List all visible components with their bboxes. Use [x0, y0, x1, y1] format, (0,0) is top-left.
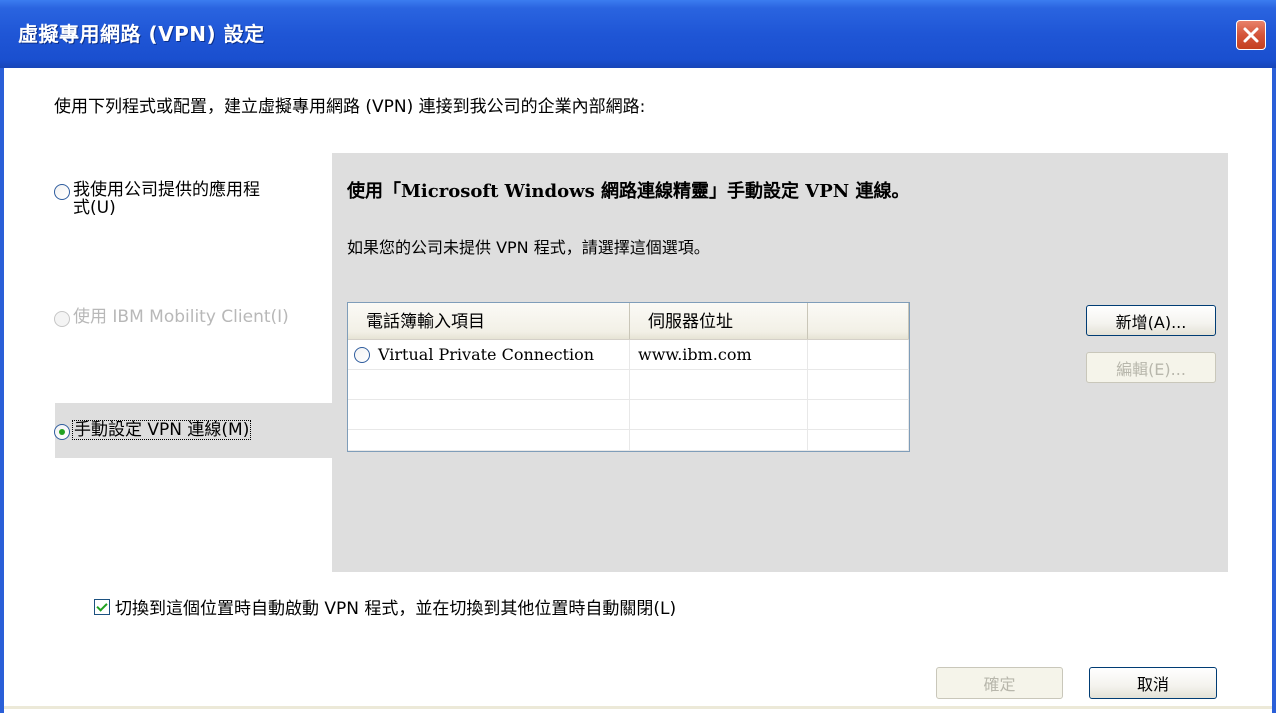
radio-company-app[interactable]: 我使用公司提供的應用程 式(U) — [54, 181, 260, 217]
row-radio-button[interactable] — [354, 346, 370, 363]
title-bar[interactable]: 虛擬專用網路 (VPN) 設定 — [0, 0, 1276, 68]
window-title: 虛擬專用網路 (VPN) 設定 — [18, 22, 265, 46]
table-row-empty — [348, 400, 909, 430]
radio-button[interactable] — [54, 311, 70, 327]
radio-manual-vpn[interactable]: 手動設定 VPN 連線(M) — [54, 420, 252, 440]
table-cell-empty — [808, 340, 909, 369]
phonebook-list[interactable]: 電話簿輸入項目 伺服器位址 Virtual Private Connection… — [347, 302, 910, 452]
column-header-server-address[interactable]: 伺服器位址 — [630, 303, 808, 339]
server-address: www.ibm.com — [638, 344, 752, 364]
radio-manual-vpn-label: 手動設定 VPN 連線(M) — [71, 420, 252, 440]
table-row-empty — [348, 370, 909, 400]
intro-text: 使用下列程式或配置，建立虛擬專用網路 (VPN) 連接到我公司的企業內部網路: — [54, 97, 646, 117]
panel-heading: 使用「Microsoft Windows 網路連線精靈」手動設定 VPN 連線。 — [347, 181, 910, 202]
edit-button[interactable]: 編輯(E)... — [1086, 352, 1216, 383]
connection-name: Virtual Private Connection — [378, 344, 595, 364]
table-cell-server: www.ibm.com — [630, 340, 808, 369]
radio-company-app-label-line1: 我使用公司提供的應用程 — [73, 180, 260, 200]
radio-ibm-mobility-client-label: 使用 IBM Mobility Client(I) — [73, 307, 289, 327]
column-header-phonebook-entry[interactable]: 電話簿輸入項目 — [348, 303, 630, 339]
ok-button[interactable]: 確定 — [936, 667, 1063, 699]
list-header: 電話簿輸入項目 伺服器位址 — [348, 303, 909, 340]
cancel-button[interactable]: 取消 — [1089, 667, 1217, 699]
table-row-empty — [348, 430, 909, 451]
radio-button[interactable] — [54, 424, 70, 440]
table-row[interactable]: Virtual Private Connection www.ibm.com — [348, 340, 909, 370]
radio-company-app-label: 我使用公司提供的應用程 式(U) — [73, 181, 260, 217]
close-button[interactable] — [1236, 20, 1266, 50]
radio-ibm-mobility-client[interactable]: 使用 IBM Mobility Client(I) — [54, 308, 289, 327]
auto-start-vpn-option[interactable]: 切換到這個位置時自動啟動 VPN 程式，並在切換到其他位置時自動關閉(L) — [94, 594, 676, 619]
auto-start-checkbox[interactable] — [94, 598, 110, 615]
table-cell-name: Virtual Private Connection — [348, 340, 630, 369]
radio-button[interactable] — [54, 184, 70, 200]
add-button[interactable]: 新增(A)... — [1086, 305, 1216, 336]
column-header-empty — [808, 303, 909, 339]
auto-start-label: 切換到這個位置時自動啟動 VPN 程式，並在切換到其他位置時自動關閉(L) — [115, 599, 677, 619]
panel-description: 如果您的公司未提供 VPN 程式，請選擇這個選項。 — [347, 238, 710, 257]
vpn-settings-dialog: 虛擬專用網路 (VPN) 設定 使用下列程式或配置，建立虛擬專用網路 (VPN)… — [0, 0, 1276, 713]
radio-company-app-label-line2: 式(U) — [73, 198, 116, 218]
close-icon — [1243, 27, 1259, 43]
dialog-bottom-edge — [4, 706, 1272, 709]
